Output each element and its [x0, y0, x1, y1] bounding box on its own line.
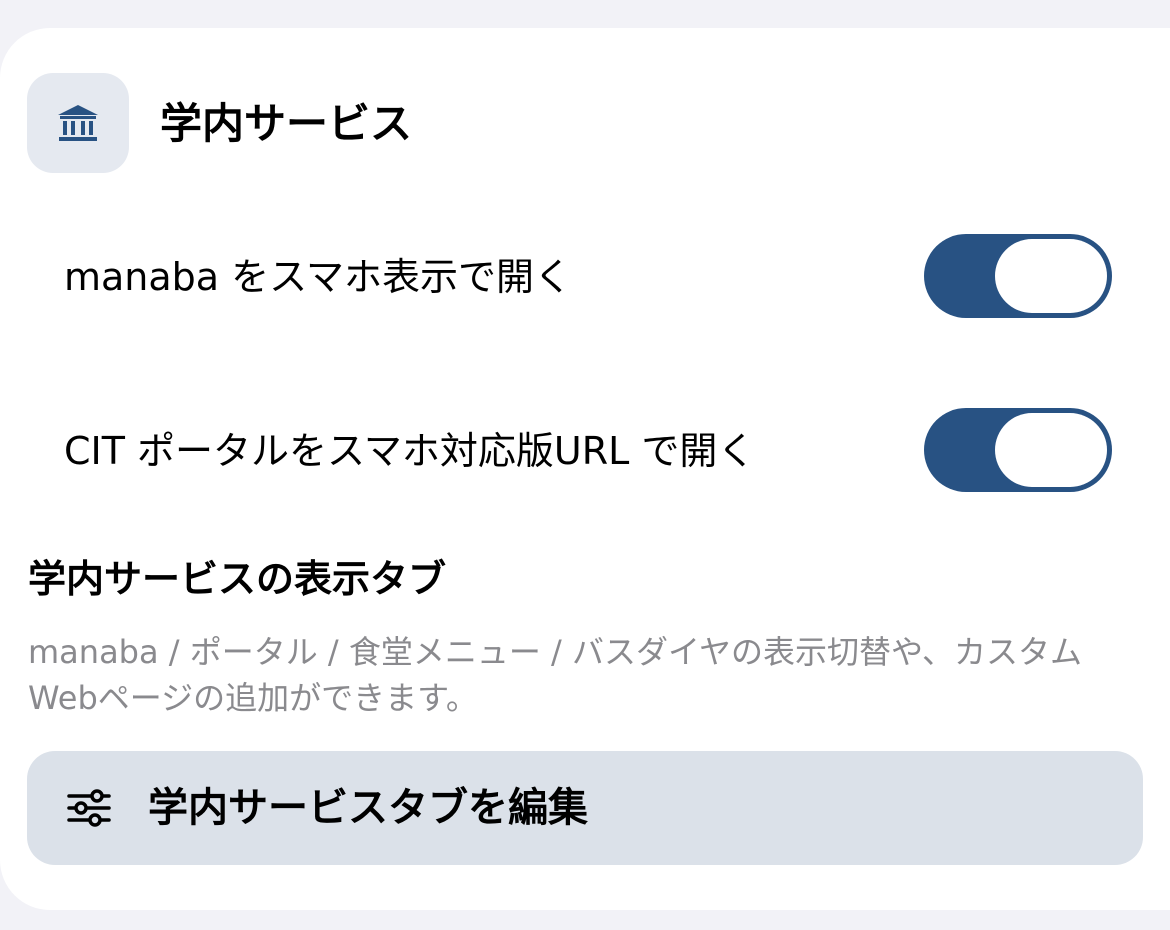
- toggle-knob: [995, 239, 1107, 313]
- setting-label-manaba: manaba をスマホ表示で開く: [64, 255, 573, 299]
- edit-tabs-button-label: 学内サービスタブを編集: [148, 785, 588, 831]
- setting-label-cit-portal: CIT ポータルをスマホ対応版URL で開く: [64, 429, 756, 473]
- bank-building-icon: [58, 105, 98, 141]
- toggle-manaba-smartphone[interactable]: [924, 234, 1112, 318]
- sliders-icon: [67, 789, 111, 827]
- toggle-cit-portal-smartphone[interactable]: [924, 408, 1112, 492]
- tabs-section-title: 学内サービスの表示タブ: [28, 557, 447, 601]
- edit-tabs-button[interactable]: 学内サービスタブを編集: [27, 751, 1143, 865]
- tabs-section-description: manaba / ポータル / 食堂メニュー / バスダイヤの表示切替や、カスタ…: [28, 633, 1083, 717]
- section-title: 学内サービス: [160, 99, 413, 148]
- toggle-knob: [995, 413, 1107, 487]
- header-icon-container: [27, 73, 129, 173]
